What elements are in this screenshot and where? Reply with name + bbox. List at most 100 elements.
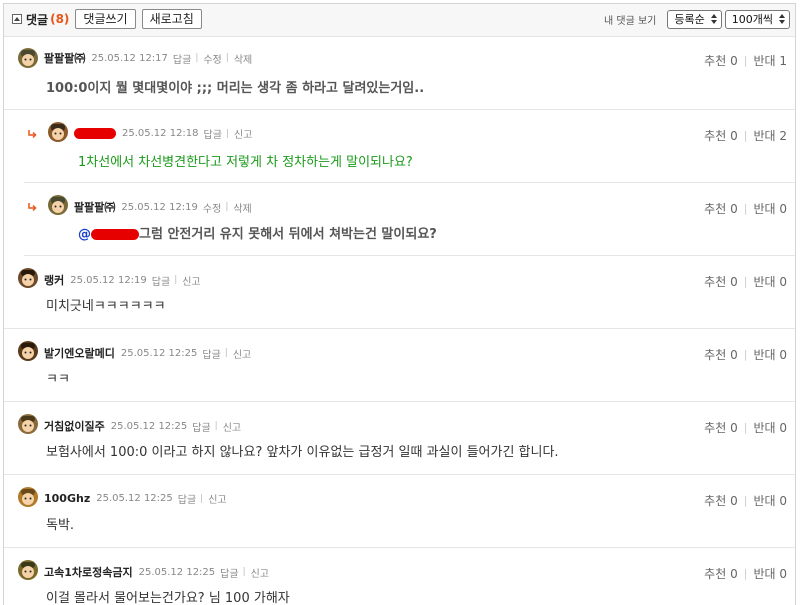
comment-date: 25.05.12 12:25 (120, 347, 198, 359)
edit-link[interactable]: 수정 (203, 51, 221, 66)
downvote-count: 0 (779, 275, 787, 289)
collapse-toggle-icon[interactable] (12, 14, 22, 24)
report-link[interactable]: 신고 (223, 419, 241, 434)
avatar[interactable] (47, 121, 69, 143)
upvote-count: 0 (730, 129, 738, 143)
comment-section: 댓글 (8) 댓글쓰기 새로고침 내 댓글 보기 등록순 100개씩 팔팔팔㈜ … (3, 3, 796, 605)
downvote-button[interactable]: 반대 0 (753, 492, 787, 509)
comment-meta: 팔팔팔㈜ 25.05.12 12:17 답글 | 수정 | 삭제 (44, 50, 252, 66)
comment-text: 이걸 몰라서 물어보는건가요? 님 100 가해자 (46, 591, 290, 605)
avatar[interactable] (17, 486, 39, 508)
report-link[interactable]: 신고 (234, 126, 252, 141)
upvote-count: 0 (730, 348, 738, 362)
avatar[interactable] (47, 194, 69, 216)
upvote-button[interactable]: 추천 0 (704, 492, 738, 509)
downvote-button[interactable]: 반대 0 (753, 346, 787, 363)
comment-author[interactable]: 랭커 (44, 272, 64, 288)
refresh-button[interactable]: 새로고침 (141, 9, 202, 29)
report-link[interactable]: 신고 (182, 273, 200, 288)
report-link[interactable]: 신고 (251, 565, 269, 580)
avatar[interactable] (17, 413, 39, 435)
my-comments-link[interactable]: 내 댓글 보기 (604, 12, 656, 27)
comment-text: 1차선에서 차선병견한다고 저렇게 차 정차하는게 말이되나요? (78, 155, 413, 170)
write-comment-button[interactable]: 댓글쓰기 (75, 9, 136, 29)
divider: | (743, 494, 748, 507)
upvote-count: 0 (730, 275, 738, 289)
divider: | (214, 421, 218, 431)
comment-item: 팔팔팔㈜ 25.05.12 12:17 답글 | 수정 | 삭제 100:0이지… (4, 37, 795, 110)
reply-link[interactable]: 답글 (202, 346, 220, 361)
comment-toolbar: 댓글 (8) 댓글쓰기 새로고침 내 댓글 보기 등록순 100개씩 (4, 4, 795, 37)
sort-select[interactable]: 등록순 (667, 10, 722, 29)
upvote-button[interactable]: 추천 0 (704, 565, 738, 582)
upvote-button[interactable]: 추천 0 (704, 346, 738, 363)
divider: | (743, 421, 748, 434)
avatar[interactable] (17, 340, 39, 362)
per-page-select[interactable]: 100개씩 (724, 10, 790, 29)
divider: | (195, 53, 199, 63)
report-link[interactable]: 신고 (208, 491, 226, 506)
mention-tag[interactable]: @ (78, 227, 91, 242)
comment-text: 보험사에서 100:0 이라고 하지 않나요? 앞차가 이유없는 급정거 일때 … (46, 445, 559, 460)
reply-link[interactable]: 답글 (204, 126, 222, 141)
reply-link[interactable]: 답글 (220, 565, 238, 580)
downvote-button[interactable]: 반대 0 (753, 419, 787, 436)
downvote-button[interactable]: 반대 0 (753, 200, 787, 217)
comment-date: 25.05.12 12:18 (122, 128, 199, 139)
divider: | (743, 348, 748, 361)
downvote-count: 0 (779, 421, 787, 435)
comment-date: 25.05.12 12:17 (91, 52, 168, 64)
vote-area: 추천 0 | 반대 0 (704, 492, 787, 509)
comment-date: 25.05.12 12:25 (96, 493, 173, 504)
avatar[interactable] (17, 267, 39, 289)
comment-meta: 고속1차로정속금지 25.05.12 12:25 답글 | 신고 (44, 564, 269, 580)
upvote-count: 0 (730, 421, 738, 435)
upvote-button[interactable]: 추천 0 (704, 273, 738, 290)
divider: | (225, 202, 229, 212)
comment-text: 100:0이지 뭘 몇대몇이야 ;;; 머리는 생각 좀 하라고 달려있는거임.… (46, 81, 425, 96)
comment-meta: 발기엔오랄메디 25.05.12 12:25 답글 | 신고 (44, 345, 251, 361)
reply-link[interactable]: 답글 (178, 491, 196, 506)
comment-text: 독박. (46, 518, 75, 533)
downvote-button[interactable]: 반대 0 (753, 273, 787, 290)
reply-link[interactable]: 답글 (192, 419, 210, 434)
comment-author[interactable]: 100Ghz (44, 492, 90, 505)
upvote-button[interactable]: 추천 0 (704, 52, 738, 69)
upvote-button[interactable]: 추천 0 (704, 200, 738, 217)
vote-area: 추천 0 | 반대 0 (704, 565, 787, 582)
upvote-button[interactable]: 추천 0 (704, 127, 738, 144)
avatar[interactable] (17, 47, 39, 69)
delete-link[interactable]: 삭제 (234, 51, 252, 66)
upvote-count: 0 (730, 54, 738, 68)
comment-author[interactable]: 거침없이질주 (44, 418, 105, 434)
vote-area: 추천 0 | 반대 0 (704, 200, 787, 217)
comment-author[interactable]: 팔팔팔㈜ (74, 199, 115, 215)
comment-author[interactable]: 팔팔팔㈜ (44, 50, 85, 66)
downvote-button[interactable]: 반대 1 (753, 52, 787, 69)
reply-link[interactable]: 답글 (173, 51, 191, 66)
comment-item: 랭커 25.05.12 12:19 답글 | 신고 미치긋네ㅋㅋㅋㅋㅋㅋ 추천 … (4, 256, 795, 329)
downvote-count: 2 (779, 129, 787, 143)
comment-author[interactable]: 고속1차로정속금지 (44, 564, 133, 580)
comment-author[interactable]: 발기엔오랄메디 (44, 345, 115, 361)
comment-meta: 랭커 25.05.12 12:19 답글 | 신고 (44, 272, 201, 288)
upvote-count: 0 (730, 494, 738, 508)
divider: | (743, 202, 748, 215)
edit-link[interactable]: 수정 (203, 200, 221, 215)
divider: | (242, 567, 246, 577)
divider: | (743, 129, 748, 142)
avatar[interactable] (17, 559, 39, 581)
comment-meta: 팔팔팔㈜ 25.05.12 12:19 수정 | 삭제 (74, 199, 252, 215)
comment-item: 발기엔오랄메디 25.05.12 12:25 답글 | 신고 ㅋㅋ 추천 0 |… (4, 329, 795, 402)
downvote-button[interactable]: 반대 0 (753, 565, 787, 582)
upvote-button[interactable]: 추천 0 (704, 419, 738, 436)
divider: | (174, 275, 178, 285)
downvote-count: 0 (779, 494, 787, 508)
comment-item: 고속1차로정속금지 25.05.12 12:25 답글 | 신고 이걸 몰라서 … (4, 548, 795, 605)
reply-link[interactable]: 답글 (152, 273, 170, 288)
report-link[interactable]: 신고 (233, 346, 251, 361)
reply-arrow-icon (28, 130, 37, 139)
vote-area: 추천 0 | 반대 0 (704, 419, 787, 436)
downvote-button[interactable]: 반대 2 (753, 127, 787, 144)
delete-link[interactable]: 삭제 (233, 200, 251, 215)
